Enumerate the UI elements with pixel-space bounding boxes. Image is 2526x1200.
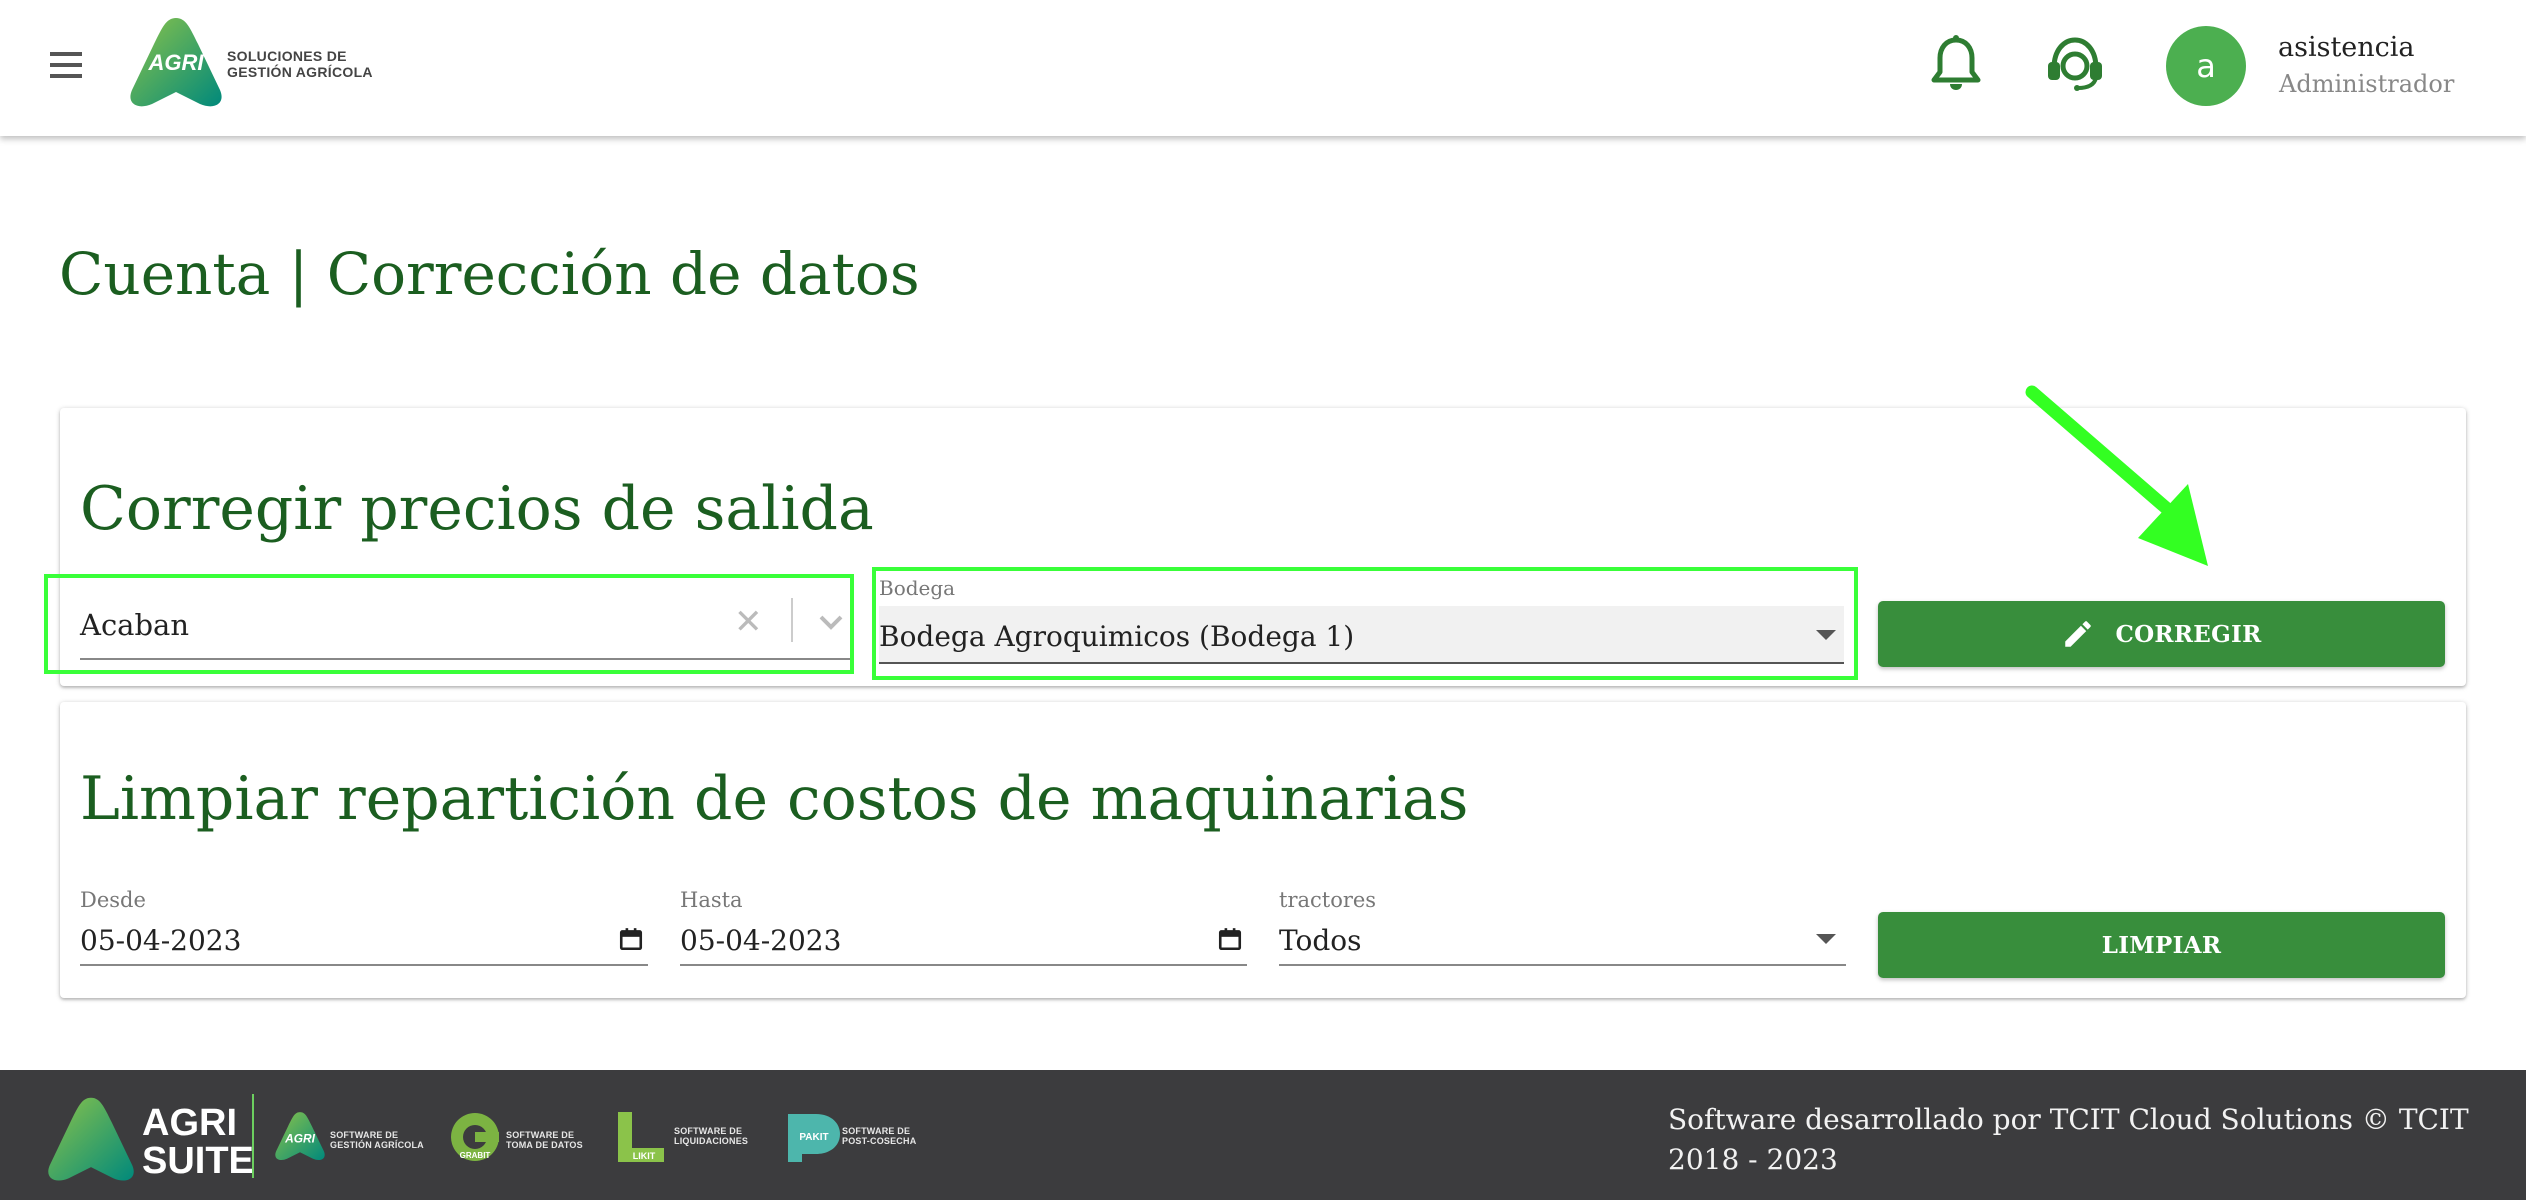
hasta-value: 05-04-2023 [680,924,842,957]
dropdown-caret-icon [1816,630,1836,640]
menu-icon[interactable] [50,52,86,80]
product-logo-likit[interactable]: LIKIT SOFTWARE DE LIQUIDACIONES [616,1110,756,1170]
svg-text:AGRI: AGRI [284,1132,315,1146]
tractores-value: Todos [1279,924,1362,957]
bodega-select[interactable]: Bodega Agroquimicos (Bodega 1) [879,606,1844,664]
user-name: asistencia [2278,32,2415,63]
svg-text:PAKIT: PAKIT [799,1132,828,1143]
svg-text:AGRI: AGRI [148,50,205,75]
hasta-date-field[interactable]: Hasta 05-04-2023 [680,888,1247,966]
corregir-button[interactable]: CORREGIR [1878,601,2445,667]
svg-text:LIKIT: LIKIT [633,1151,656,1161]
tractores-select[interactable]: tractores Todos [1279,888,1846,966]
tractores-label: tractores [1279,888,1377,912]
clean-costs-title: Limpiar repartición de costos de maquina… [80,764,1469,834]
bodega-label: Bodega [879,576,956,600]
svg-text:GRABIT: GRABIT [460,1151,491,1160]
agri-logo-mark: AGRI [130,18,222,107]
limpiar-button-label: LIMPIAR [2101,931,2222,959]
calendar-icon[interactable] [1217,926,1243,952]
product-select[interactable]: Acaban ✕ [80,586,850,660]
footer-divider [252,1094,254,1178]
user-role: Administrador [2279,70,2455,98]
clean-costs-card: Limpiar repartición de costos de maquina… [60,702,2466,998]
agri-suite-logo[interactable]: AGRI SUITE [46,1094,256,1184]
product-logo-pakit[interactable]: PAKIT SOFTWARE DE POST-COSECHA [786,1110,926,1170]
footer-credit: Software desarrollado por TCIT Cloud Sol… [1668,1103,2469,1176]
limpiar-button[interactable]: LIMPIAR [1878,912,2445,978]
hasta-label: Hasta [680,888,743,912]
bell-icon[interactable] [1930,34,1982,92]
desde-date-field[interactable]: Desde 05-04-2023 [80,888,648,966]
product-select-value: Acaban [80,608,190,642]
headset-support-icon[interactable] [2044,34,2106,92]
correct-prices-title: Corregir precios de salida [80,474,874,544]
logo-tagline: SOLUCIONES DE GESTIÓN AGRÍCOLA [227,48,373,80]
select-separator [791,598,793,642]
top-app-bar: AGRI SOLUCIONES DE GESTIÓN AGRÍCOLA a as… [0,0,2526,136]
agri-suite-mark [48,1097,134,1181]
calendar-icon[interactable] [618,926,644,952]
footer: AGRI SUITE AGRI SOFTWARE DE GESTIÓN AGRÍC… [0,1070,2526,1200]
chevron-down-icon[interactable] [818,612,844,632]
desde-label: Desde [80,888,146,912]
agri-logo[interactable]: AGRI SOLUCIONES DE GESTIÓN AGRÍCOLA [128,14,378,110]
user-avatar[interactable]: a [2166,26,2246,106]
dropdown-caret-icon [1816,934,1836,944]
clear-icon[interactable]: ✕ [734,604,764,640]
agri-suite-wordmark: AGRI SUITE [142,1102,254,1182]
product-logo-agri[interactable]: AGRI SOFTWARE DE GESTIÓN AGRÍCOLA [274,1110,424,1170]
desde-value: 05-04-2023 [80,924,242,957]
product-logo-grabit[interactable]: GRABIT SOFTWARE DE TOMA DE DATOS [448,1110,588,1170]
bodega-select-value: Bodega Agroquimicos (Bodega 1) [879,620,1355,653]
corregir-button-label: CORREGIR [2115,620,2262,648]
pencil-icon [2065,621,2092,647]
correct-prices-card: Corregir precios de salida Acaban ✕ Bode… [60,408,2466,686]
page-title: Cuenta | Corrección de datos [59,240,920,308]
